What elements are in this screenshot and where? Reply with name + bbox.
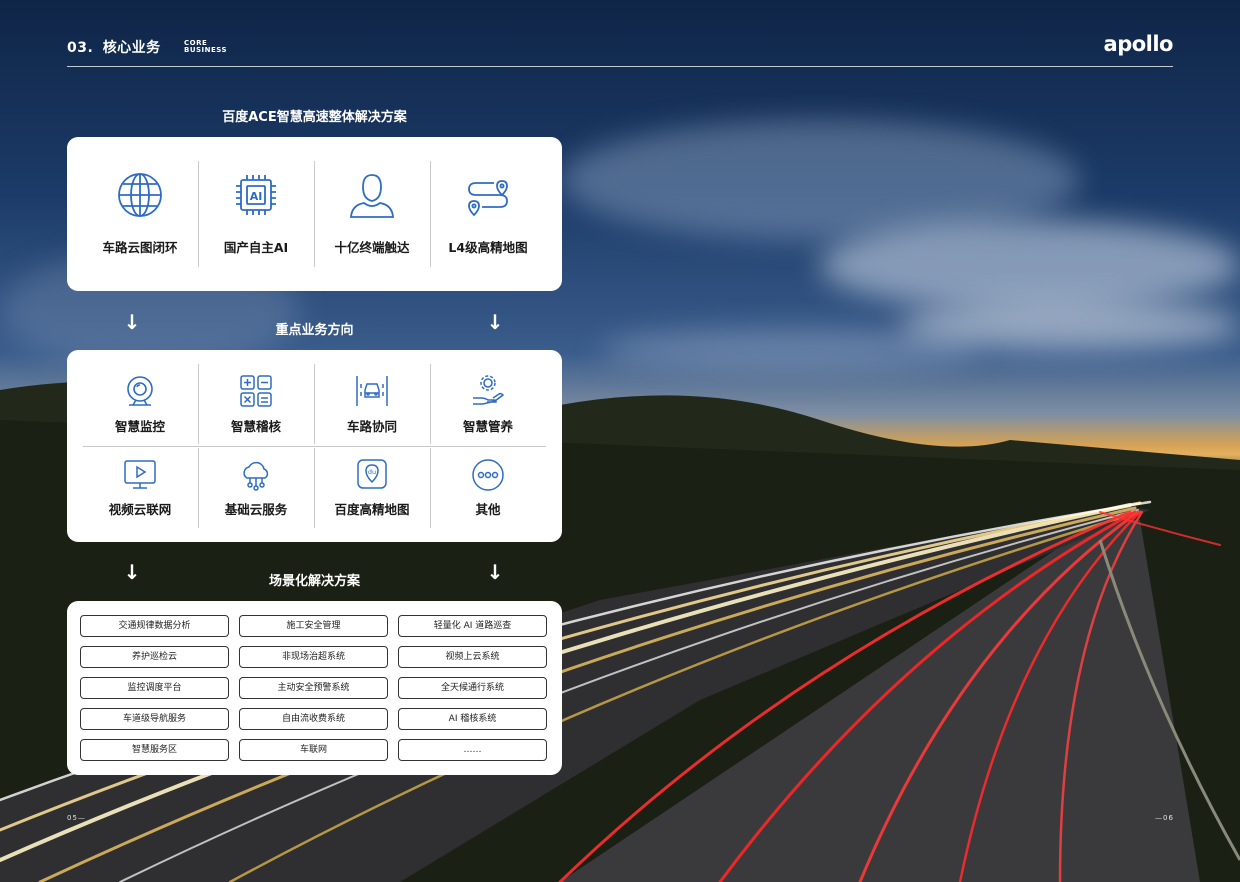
scenario-pill: 全天候通行系统 (398, 677, 547, 699)
video-icon (124, 460, 156, 489)
section-english-subtitle: CORE BUSINESS (184, 40, 227, 54)
business-label: 其他 (475, 502, 501, 517)
solution-pillars-panel: 车路云图闭环 AI 国产自主AI 十亿终端触达 L4级高精地图 (67, 137, 562, 291)
page-number-left: 05— (67, 814, 86, 822)
section-number: 03. (67, 40, 94, 56)
section-title: 核心业务 (102, 40, 161, 56)
business-item: 智慧稽核 (198, 350, 314, 446)
business-title: 重点业务方向 (275, 323, 354, 338)
pillar-label: 车路云图闭环 (102, 240, 178, 255)
business-item: 智慧监控 (82, 350, 198, 446)
business-label: 车路协同 (346, 419, 397, 434)
svg-text:AI: AI (250, 190, 263, 203)
scenario-pill: AI 稽核系统 (398, 708, 547, 730)
calculator-icon (240, 375, 272, 407)
du-map-icon: du (357, 459, 387, 489)
pillar-item: AI 国产自主AI (198, 137, 314, 291)
scenarios-panel: 交通规律数据分析 施工安全管理 轻量化 AI 道路巡查 养护巡检云 非现场治超系… (67, 601, 562, 775)
business-label: 百度高精地图 (334, 502, 410, 517)
pillar-label: 十亿终端触达 (334, 240, 410, 255)
ai-chip-icon: AI (236, 175, 276, 215)
scenario-pill: 轻量化 AI 道路巡查 (398, 615, 547, 637)
pillar-item: L4级高精地图 (430, 137, 546, 291)
scenario-pill: 智慧服务区 (80, 739, 229, 761)
business-item: du 百度高精地图 (314, 446, 430, 542)
scenarios-title: 场景化解决方案 (268, 574, 360, 589)
scenario-pill: 车联网 (239, 739, 388, 761)
car-road-icon (356, 376, 388, 406)
business-item: 基础云服务 (198, 446, 314, 542)
camera-icon (127, 376, 153, 406)
business-label: 智慧管养 (462, 419, 513, 434)
business-item: 智慧管养 (430, 350, 546, 446)
subtitle-line-2: BUSINESS (184, 46, 228, 54)
business-directions-panel: 智慧监控 智慧稽核 车路协同 智慧管养 视频云联网 基础云服务 du 百度高精地… (67, 350, 562, 542)
cloud-icon (243, 461, 269, 491)
solution-title: 百度ACE智慧高速整体解决方案 (222, 110, 407, 125)
globe-icon (118, 173, 162, 217)
apollo-logo: apollo (1103, 32, 1174, 56)
scenario-pill: 监控调度平台 (80, 677, 229, 699)
pillar-item: 车路云图闭环 (82, 137, 198, 291)
pillar-label: L4级高精地图 (448, 240, 528, 255)
business-item: 视频云联网 (82, 446, 198, 542)
more-icon (472, 459, 504, 491)
scenario-pill: 施工安全管理 (239, 615, 388, 637)
scenario-pill: 主动安全预警系统 (239, 677, 388, 699)
business-label: 智慧监控 (114, 419, 165, 434)
scenario-pill: 车道级导航服务 (80, 708, 229, 730)
scenario-pill: 交通规律数据分析 (80, 615, 229, 637)
scenario-pill: 自由流收费系统 (239, 708, 388, 730)
person-icon (350, 174, 394, 218)
gear-hand-icon (473, 375, 505, 405)
header-divider (67, 66, 1173, 67)
route-map-icon (468, 180, 508, 217)
page-number-right: —06 (1155, 814, 1174, 822)
business-item: 车路协同 (314, 350, 430, 446)
business-label: 视频云联网 (108, 502, 172, 517)
business-label: 基础云服务 (224, 502, 288, 517)
scenario-pill: 养护巡检云 (80, 646, 229, 668)
svg-text:du: du (368, 468, 376, 476)
pillar-item: 十亿终端触达 (314, 137, 430, 291)
section-heading: 03. 核心业务 (67, 37, 161, 57)
business-item: 其他 (430, 446, 546, 542)
scenario-pill: …… (398, 739, 547, 761)
scenario-pill: 非现场治超系统 (239, 646, 388, 668)
business-label: 智慧稽核 (230, 419, 281, 434)
pillar-label: 国产自主AI (223, 240, 289, 255)
scenario-pill: 视频上云系统 (398, 646, 547, 668)
